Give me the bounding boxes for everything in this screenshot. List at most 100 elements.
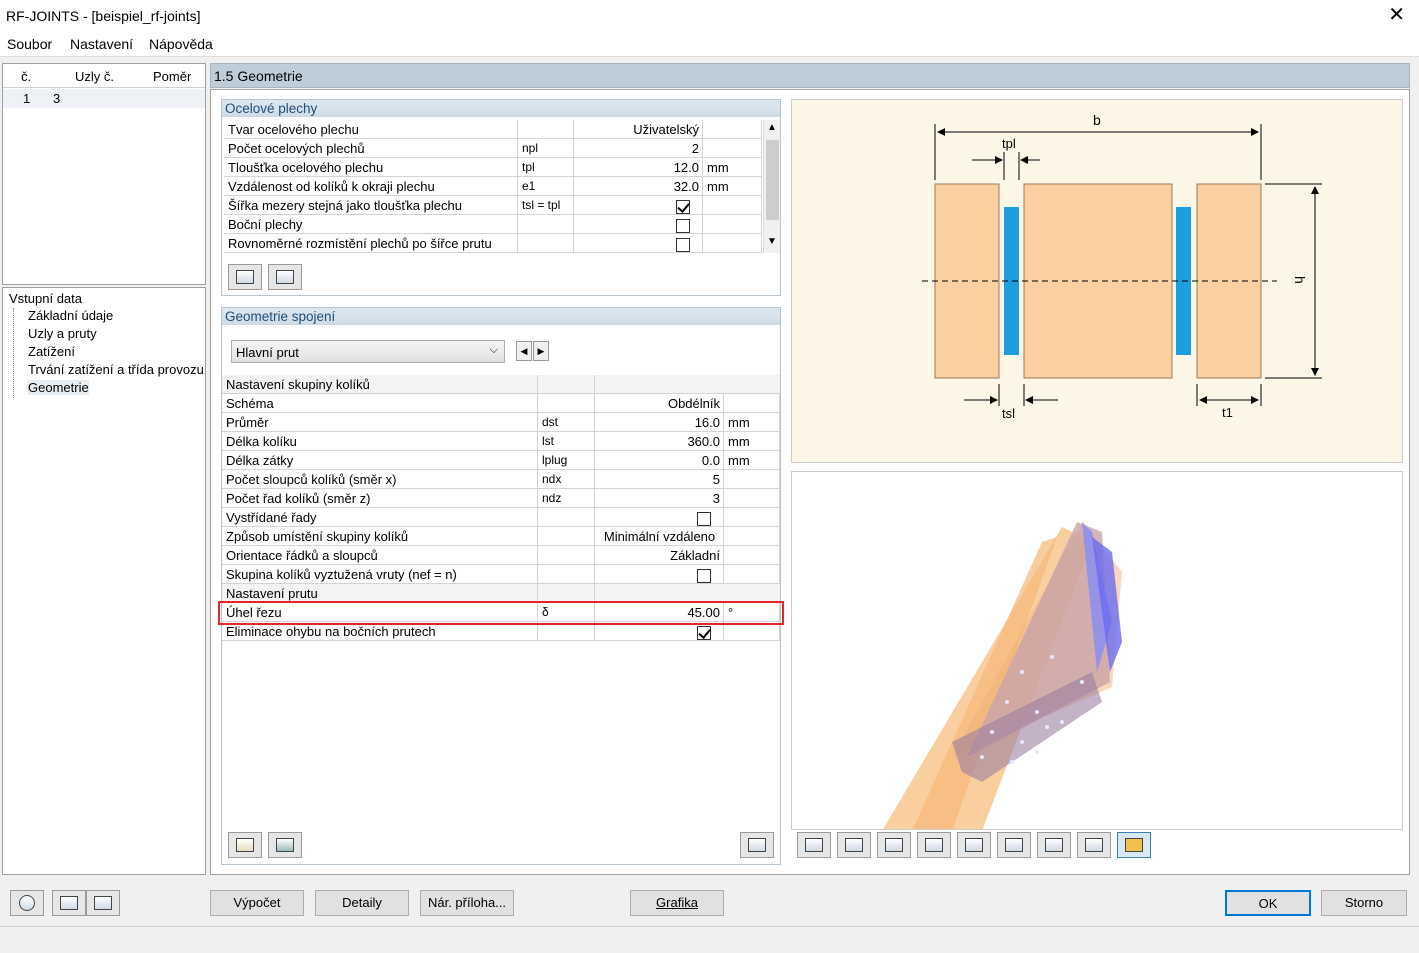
plate-copy-icon[interactable] [228, 264, 262, 290]
annex-button[interactable]: Nár. příloha... [420, 890, 514, 916]
scroll-up-icon[interactable]: ▲ [767, 122, 777, 133]
row-value[interactable] [595, 508, 724, 527]
view-y-icon[interactable] [837, 832, 871, 858]
row-unit: mm [724, 451, 780, 470]
col-no: č. [21, 69, 32, 84]
row-symbol: ndx [538, 470, 595, 489]
table-row[interactable]: Šířka mezery stejná jako tloušťka plechu… [224, 196, 762, 215]
label-tpl: tpl [1002, 136, 1016, 151]
menu-soubor[interactable]: Soubor [7, 36, 52, 52]
table-row[interactable]: Rovnoměrné rozmístění plechů po šířce pr… [224, 234, 762, 253]
scroll-down-icon[interactable]: ▼ [767, 236, 777, 247]
row-label: Vystřídané řady [222, 508, 538, 527]
row-value[interactable]: Minimální vzdáleno [595, 527, 724, 546]
row-symbol [538, 546, 595, 565]
row-symbol: lplug [538, 451, 595, 470]
row-value[interactable] [595, 565, 724, 584]
table-row[interactable]: Skupina kolíků vyztužená vruty (nef = n) [222, 565, 780, 584]
table-row[interactable]: Způsob umístění skupiny kolíků Minimální … [222, 527, 780, 546]
row-value[interactable]: 5 [595, 470, 724, 489]
row-value[interactable]: 2 [574, 139, 703, 158]
view-top-icon[interactable] [997, 832, 1031, 858]
import-icon[interactable] [52, 890, 86, 916]
prev-icon[interactable]: ◀ [516, 341, 532, 361]
window-title: RF-JOINTS - [beispiel_rf-joints] [6, 8, 201, 24]
table-row[interactable]: Počet řad kolíků (směr z) ndz 3 [222, 489, 780, 508]
row-value[interactable]: 0.0 [595, 451, 724, 470]
next-icon[interactable]: ▶ [533, 341, 549, 361]
tree-item-trvani[interactable]: Trvání zatížení a třída provozu [28, 362, 204, 377]
ok-button[interactable]: OK [1225, 890, 1311, 916]
row-value[interactable]: 360.0 [595, 432, 724, 451]
checkbox[interactable] [697, 568, 711, 583]
table-row[interactable]: Boční plechy [224, 215, 762, 234]
row-value[interactable]: 12.0 [574, 158, 703, 177]
tree-item-uzly[interactable]: Uzly a pruty [28, 326, 97, 341]
row-value[interactable]: 32.0 [574, 177, 703, 196]
save-icon[interactable] [268, 832, 302, 858]
tree-root[interactable]: Vstupní data [9, 291, 82, 306]
zoom-icon[interactable] [1077, 832, 1111, 858]
row-unit [703, 234, 762, 253]
calc-button[interactable]: Výpočet [210, 890, 304, 916]
graphics-button[interactable]: Grafika [630, 890, 724, 916]
library-icon[interactable] [228, 832, 262, 858]
row-value[interactable]: Obdélník [595, 394, 724, 413]
row-value[interactable]: Uživatelský [574, 120, 703, 139]
row-value[interactable]: 16.0 [595, 413, 724, 432]
table-row[interactable]: Orientace řádků a sloupců Základní [222, 546, 780, 565]
export-icon[interactable] [86, 890, 120, 916]
row-symbol [538, 527, 595, 546]
steel-scrollbar[interactable]: ▲ ▼ [763, 120, 780, 253]
tree-item-geometrie[interactable]: Geometrie [28, 380, 89, 395]
cancel-button[interactable]: Storno [1321, 890, 1407, 916]
checkbox[interactable] [697, 511, 711, 526]
member-select[interactable]: Hlavní prut ⌵ [231, 340, 505, 363]
joint-geometry-section: Geometrie spojení Hlavní prut ⌵ ◀ ▶ Nast… [221, 307, 781, 865]
view-x-icon[interactable] [797, 832, 831, 858]
table-row[interactable]: Průměr dst 16.0 mm [222, 413, 780, 432]
table-row[interactable]: Délka zátky lplug 0.0 mm [222, 451, 780, 470]
checkbox[interactable] [676, 218, 690, 233]
row-value[interactable]: Základní [595, 546, 724, 565]
table-row[interactable]: Schéma Obdélník [222, 394, 780, 413]
tree-item-zatizeni[interactable]: Zatížení [28, 344, 75, 359]
row-label: Délka zátky [222, 451, 538, 470]
checkbox-checked[interactable] [676, 199, 690, 214]
plate-paste-icon[interactable] [268, 264, 302, 290]
table-row[interactable]: Počet sloupců kolíků (směr x) ndx 5 [222, 470, 780, 489]
table-row[interactable]: Nastavení skupiny kolíků [222, 375, 780, 394]
row-unit: mm [724, 413, 780, 432]
view-front-icon[interactable] [877, 832, 911, 858]
row-value[interactable]: 3 [595, 489, 724, 508]
render-icon[interactable] [1117, 832, 1151, 858]
table-row[interactable]: Délka kolíku lst 360.0 mm [222, 432, 780, 451]
table-row[interactable]: Tvar ocelového plechu Uživatelský [224, 120, 762, 139]
view-side-icon[interactable] [957, 832, 991, 858]
menu-nastaveni[interactable]: Nastavení [70, 36, 133, 52]
table-row[interactable]: Vystřídané řady [222, 508, 780, 527]
table-row[interactable]: Tloušťka ocelového plechu tpl 12.0 mm [224, 158, 762, 177]
row-symbol [518, 120, 574, 139]
table-row[interactable]: Počet ocelových plechů npl 2 [224, 139, 762, 158]
row-symbol [538, 508, 595, 527]
checkbox-checked[interactable] [697, 625, 711, 640]
3d-view[interactable] [791, 471, 1403, 830]
row-value[interactable] [574, 234, 703, 253]
row-value[interactable] [574, 196, 703, 215]
tree-item-zakladni[interactable]: Základní údaje [28, 308, 113, 323]
row-unit [724, 489, 780, 508]
menu-napoveda[interactable]: Nápověda [149, 36, 213, 52]
details-button[interactable]: Detaily [315, 890, 409, 916]
row-value[interactable] [595, 375, 724, 394]
view-iso-icon[interactable] [1037, 832, 1071, 858]
table-row[interactable]: Vzdálenost od kolíků k okraji plechu e1 32… [224, 177, 762, 196]
view-back-icon[interactable] [917, 832, 951, 858]
table-row[interactable]: 1 3 [3, 89, 205, 108]
checkbox[interactable] [676, 237, 690, 252]
row-unit [703, 120, 762, 139]
help-icon[interactable] [10, 890, 44, 916]
close-icon[interactable]: ✕ [1388, 4, 1405, 26]
row-value[interactable] [574, 215, 703, 234]
export-table-icon[interactable] [740, 832, 774, 858]
